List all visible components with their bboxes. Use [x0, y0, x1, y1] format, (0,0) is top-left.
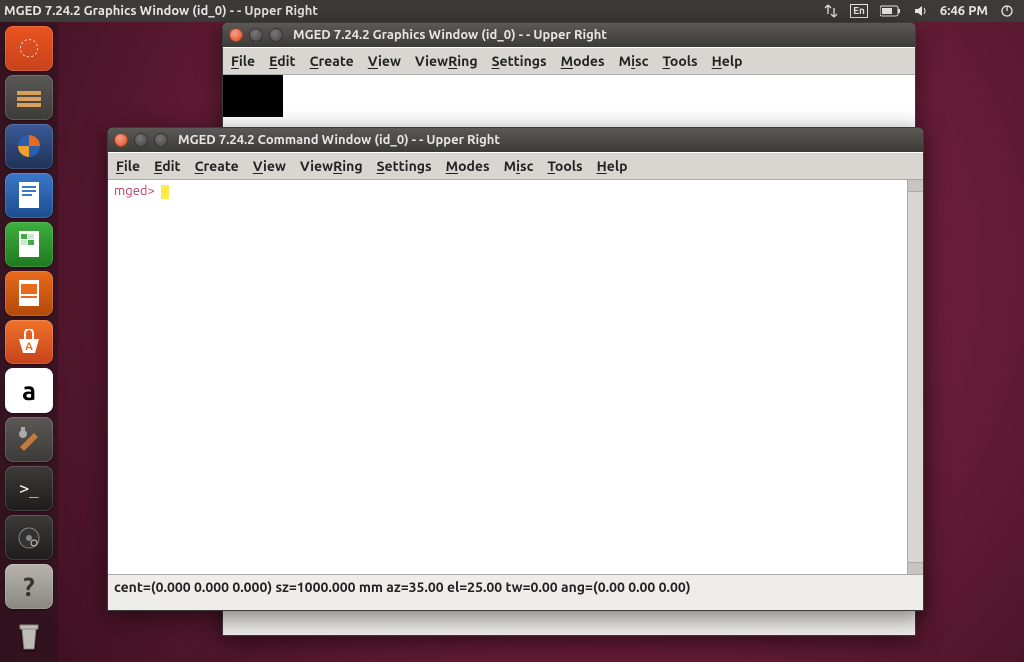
status-bar: cent=(0.000 0.000 0.000) sz=1000.000 mm … — [108, 574, 923, 598]
menu-settings[interactable]: Settings — [377, 158, 432, 174]
text-caret — [161, 185, 169, 199]
close-button[interactable] — [229, 28, 243, 42]
scroll-down-icon[interactable] — [908, 562, 923, 574]
command-window-titlebar[interactable]: MGED 7.24.2 Command Window (id_0) - - Up… — [108, 128, 923, 152]
scroll-up-icon[interactable] — [908, 180, 923, 192]
menu-tools[interactable]: Tools — [662, 53, 697, 69]
graphics-window-titlebar[interactable]: MGED 7.24.2 Graphics Window (id_0) - - U… — [223, 23, 915, 47]
launcher-writer[interactable] — [5, 173, 53, 218]
menu-misc[interactable]: Misc — [619, 53, 649, 69]
launcher-help[interactable]: ? — [5, 564, 53, 609]
launcher-software[interactable]: A — [5, 320, 53, 365]
menu-settings[interactable]: Settings — [492, 53, 547, 69]
menu-viewring[interactable]: ViewRing — [300, 158, 363, 174]
menu-modes[interactable]: Modes — [446, 158, 490, 174]
command-menubar: File Edit Create View ViewRing Settings … — [108, 152, 923, 180]
menu-view[interactable]: View — [368, 53, 401, 69]
menu-create[interactable]: Create — [195, 158, 239, 174]
keyboard-indicator[interactable]: En — [850, 4, 868, 18]
launcher-disk[interactable] — [5, 515, 53, 560]
menu-edit[interactable]: Edit — [154, 158, 181, 174]
scrollbar[interactable] — [907, 180, 923, 574]
launcher-calc[interactable] — [5, 222, 53, 267]
launcher-firefox[interactable] — [5, 124, 53, 169]
system-indicators: En 6:46 PM — [824, 4, 1014, 18]
graphics-menubar: File Edit Create View ViewRing Settings … — [223, 47, 915, 75]
menu-modes[interactable]: Modes — [561, 53, 605, 69]
menu-create[interactable]: Create — [310, 53, 354, 69]
clock[interactable]: 6:46 PM — [940, 4, 988, 18]
network-icon[interactable] — [824, 4, 838, 18]
menu-tools[interactable]: Tools — [547, 158, 582, 174]
status-text: cent=(0.000 0.000 0.000) sz=1000.000 mm … — [114, 579, 691, 595]
launcher-impress[interactable] — [5, 271, 53, 316]
command-text-area[interactable]: mged> — [108, 180, 923, 574]
close-button[interactable] — [114, 133, 128, 147]
menu-help[interactable]: Help — [712, 53, 743, 69]
launcher-trash[interactable] — [5, 613, 53, 658]
menu-file[interactable]: File — [231, 53, 255, 69]
menu-viewring[interactable]: ViewRing — [415, 53, 478, 69]
launcher-terminal[interactable]: >_ — [5, 466, 53, 511]
maximize-button[interactable] — [269, 28, 283, 42]
launcher-dash[interactable]: ◌ — [5, 26, 53, 71]
battery-icon[interactable] — [880, 5, 902, 17]
menu-edit[interactable]: Edit — [269, 53, 296, 69]
volume-icon[interactable] — [914, 4, 928, 18]
menu-view[interactable]: View — [253, 158, 286, 174]
launcher-settings[interactable] — [5, 417, 53, 462]
menu-help[interactable]: Help — [597, 158, 628, 174]
menu-file[interactable]: File — [116, 158, 140, 174]
session-icon[interactable] — [1000, 4, 1014, 18]
active-window-title: MGED 7.24.2 Graphics Window (id_0) - - U… — [4, 4, 824, 18]
unity-top-bar: MGED 7.24.2 Graphics Window (id_0) - - U… — [0, 0, 1024, 22]
graphics-viewport-render — [223, 75, 283, 117]
command-window-title: MGED 7.24.2 Command Window (id_0) - - Up… — [178, 133, 500, 147]
svg-text:A: A — [25, 341, 33, 353]
command-window[interactable]: MGED 7.24.2 Command Window (id_0) - - Up… — [107, 127, 924, 611]
minimize-button[interactable] — [249, 28, 263, 42]
maximize-button[interactable] — [154, 133, 168, 147]
graphics-window-title: MGED 7.24.2 Graphics Window (id_0) - - U… — [293, 28, 607, 42]
minimize-button[interactable] — [134, 133, 148, 147]
unity-launcher: ◌ A a >_ ? — [0, 22, 58, 662]
launcher-amazon[interactable]: a — [5, 368, 53, 413]
menu-misc[interactable]: Misc — [504, 158, 534, 174]
command-prompt: mged> — [114, 184, 155, 198]
launcher-files[interactable] — [5, 75, 53, 120]
